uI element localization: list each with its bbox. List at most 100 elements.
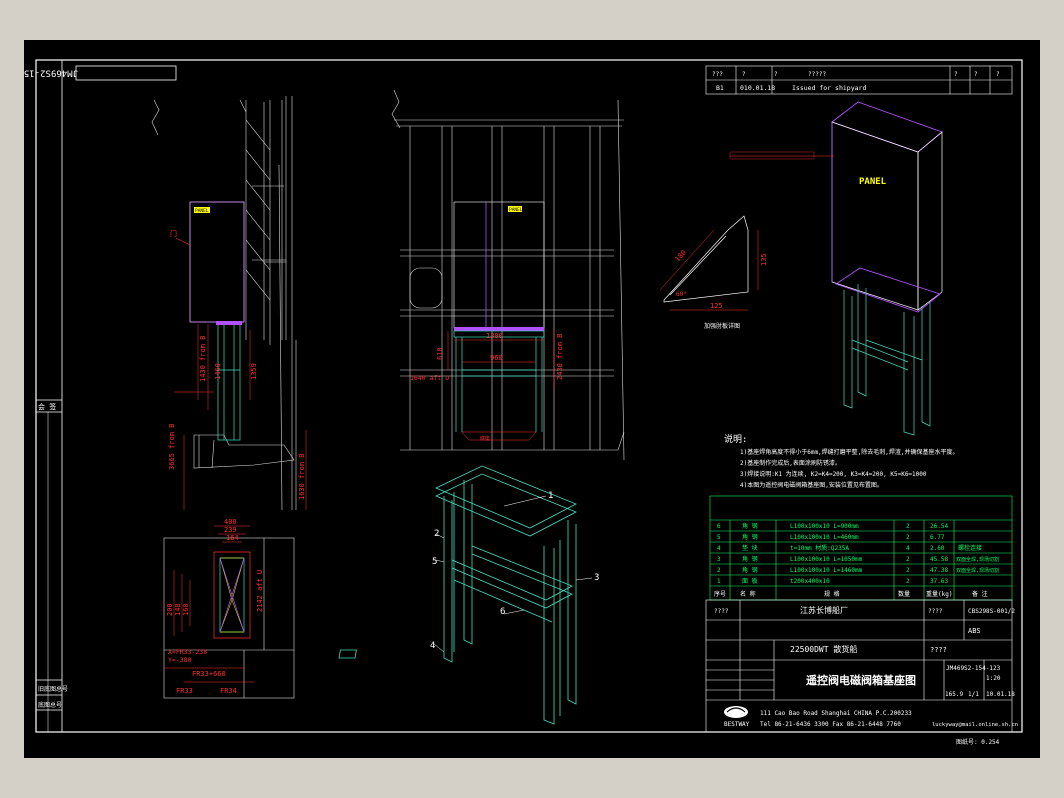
- plan-frame-34: FR34: [220, 687, 237, 695]
- approval-label: 会 签: [38, 402, 56, 411]
- front-panel: PANEL: [453, 201, 545, 329]
- tb-sheet: 1/1: [968, 691, 979, 698]
- svg-text:面 板: 面 板: [742, 577, 758, 585]
- svg-text:t200x400x10: t200x400x10: [790, 578, 830, 585]
- note-2: 2)基座制作完成后,表面涂刷防锈漆。: [740, 459, 841, 467]
- svg-text:37.63: 37.63: [930, 578, 948, 585]
- side-dim-3: 1359: [250, 363, 258, 380]
- iso-part-4: 4: [430, 641, 435, 651]
- tb-email: luckyway@mail.online.sh.cn: [932, 722, 1018, 728]
- bestway-logo: BESTWAY: [724, 706, 750, 728]
- svg-text:1: 1: [717, 578, 721, 585]
- tb-address: 111 Cao Bao Road Shanghai CHINA P.C.2002…: [760, 710, 912, 717]
- tb-q3: ????: [930, 646, 947, 654]
- panel-label: PANEL: [859, 177, 887, 187]
- svg-text:角 钢: 角 钢: [742, 533, 758, 541]
- bom-row: 1 面 板 t200x400x10 2 37.63: [717, 577, 948, 585]
- svg-text:2: 2: [906, 534, 910, 541]
- plan-frame-y: Y=-380: [168, 656, 192, 664]
- panel-tag-side: PANEL: [195, 208, 209, 214]
- bom-row: 5 角 钢 L100x100x10 L=460mm 2 6.77: [717, 533, 945, 541]
- rev-description: Issued for shipyard: [792, 84, 866, 92]
- svg-text:备 注: 备 注: [972, 590, 988, 598]
- front-dim-left: 610: [436, 347, 444, 360]
- rev-header-cell: ?: [954, 71, 958, 78]
- cad-drawing: 会 签 旧底图总号 底图总号 JM469S2-154-123 PANEL 门 1…: [0, 59, 1023, 746]
- rotated-doc-number: JM469S2-154-123: [24, 68, 78, 78]
- svg-text:规 格: 规 格: [824, 590, 840, 598]
- svg-text:角 钢: 角 钢: [742, 555, 758, 563]
- tb-weight: 165.9: [945, 691, 963, 698]
- svg-text:2: 2: [717, 567, 721, 574]
- svg-text:6: 6: [717, 523, 721, 530]
- rev-date: 010.01.18: [740, 84, 775, 92]
- plan-frame-offset: FR33+660: [192, 670, 226, 678]
- rev-header-cell: ?: [774, 71, 778, 78]
- tb-drawing-title: 遥控阀电磁阀箱基座图: [806, 673, 916, 687]
- front-view: [391, 89, 625, 461]
- bom-header: 序号 名 称 规 格 数量 重量(kg) 备 注: [714, 590, 988, 598]
- side-dim-2: 1460: [214, 363, 222, 380]
- plan-dim-b: 239: [224, 526, 237, 534]
- tb-date: 10.01.18: [986, 691, 1015, 698]
- svg-text:47.38: 47.38: [930, 567, 948, 574]
- rev-header-cell: ???: [712, 71, 723, 78]
- tb-code: JM469S2-154-123: [946, 665, 1001, 672]
- iso-part-6: 6: [500, 607, 505, 617]
- svg-text:重量(kg): 重量(kg): [926, 590, 952, 598]
- panel-tag-front: PANEL: [509, 207, 523, 213]
- svg-text:数量: 数量: [898, 590, 910, 598]
- side-dim-5: 1630 from B: [298, 454, 306, 500]
- bom-row: 6 角 钢 L100x100x10 L=900mm 2 26.54: [717, 522, 948, 530]
- svg-text:t=10mm 材质:Q235A: t=10mm 材质:Q235A: [790, 544, 849, 552]
- tb-class: ABS: [968, 627, 981, 635]
- front-dim-base: 960: [490, 354, 503, 362]
- side-panel: PANEL 门: [170, 201, 245, 323]
- rev-mark: B1: [716, 84, 724, 92]
- svg-text:3: 3: [717, 556, 721, 563]
- bottom-right-note: 图纸号: 0.254: [956, 738, 1000, 746]
- svg-text:垫 块: 垫 块: [742, 544, 758, 552]
- side-dim-4: 3665 from B: [168, 424, 176, 470]
- svg-text:L100x100x10 L=460mm: L100x100x10 L=460mm: [790, 534, 859, 541]
- svg-text:2.60: 2.60: [930, 545, 945, 552]
- svg-text:名 称: 名 称: [740, 590, 756, 598]
- svg-text:2: 2: [906, 556, 910, 563]
- svg-text:L100x100x10 L=900mm: L100x100x10 L=900mm: [790, 523, 859, 530]
- bom-row: 3 角 钢 L100x100x10 L=1050mm 2 45.58 双面全焊,…: [717, 555, 999, 563]
- side-base-frame: [217, 323, 241, 441]
- tb-company: 江苏长博船厂: [800, 605, 848, 615]
- plan-frame-33: FR33: [176, 687, 193, 695]
- panel-callout: [729, 151, 834, 160]
- plan-view: [163, 537, 295, 699]
- front-base-frame: [453, 330, 545, 432]
- svg-text:4: 4: [717, 545, 721, 552]
- bom-rows: 6 角 钢 L100x100x10 L=900mm 2 26.54 5 角 钢 …: [714, 522, 999, 598]
- note-4: 4)本图为遥控阀电磁阀箱基座图,安装位置见布置图。: [740, 481, 883, 489]
- front-note-left: 1640 aft U: [410, 374, 449, 382]
- svg-text:双面全焊,现场切割: 双面全焊,现场切割: [956, 556, 999, 563]
- note-1: 1)基座焊角高度不得小于6mm,焊缝打磨平整,除去毛刺,焊渣,并确保基座水平度。: [740, 448, 959, 456]
- front-dimensions: [447, 330, 555, 441]
- plan-dim-a: 400: [224, 518, 237, 526]
- svg-text:2: 2: [906, 523, 910, 530]
- rev-header-cell: ?????: [808, 71, 826, 78]
- bom-row: 4 垫 块 t=10mm 材质:Q235A 4 2.60 螺栓连接: [717, 544, 982, 552]
- svg-text:角 钢: 角 钢: [742, 566, 758, 574]
- side-dim-1: 1430 from B: [199, 336, 207, 382]
- plan-dim-g: 2142 aft U: [256, 570, 264, 612]
- iso-part-5: 5: [432, 557, 437, 567]
- svg-text:双面全焊,现场切割: 双面全焊,现场切割: [956, 567, 999, 574]
- tb-scale: 1:20: [986, 675, 1001, 682]
- tb-project: CBS298S-001/2: [968, 608, 1015, 615]
- drawing-number-label: 底图总号: [38, 701, 62, 709]
- brand-name: BESTWAY: [724, 721, 750, 728]
- old-drawing-number-label: 旧底图总号: [38, 685, 68, 693]
- front-dim-top: 1300: [486, 332, 503, 340]
- tb-ship: 22500DWT 散货船: [790, 644, 857, 654]
- svg-text:26.54: 26.54: [930, 523, 948, 530]
- svg-text:序号: 序号: [714, 590, 726, 598]
- svg-text:角 钢: 角 钢: [742, 522, 758, 530]
- isometric-base-legs: [843, 284, 931, 436]
- plan-dim-e: 148: [174, 603, 182, 616]
